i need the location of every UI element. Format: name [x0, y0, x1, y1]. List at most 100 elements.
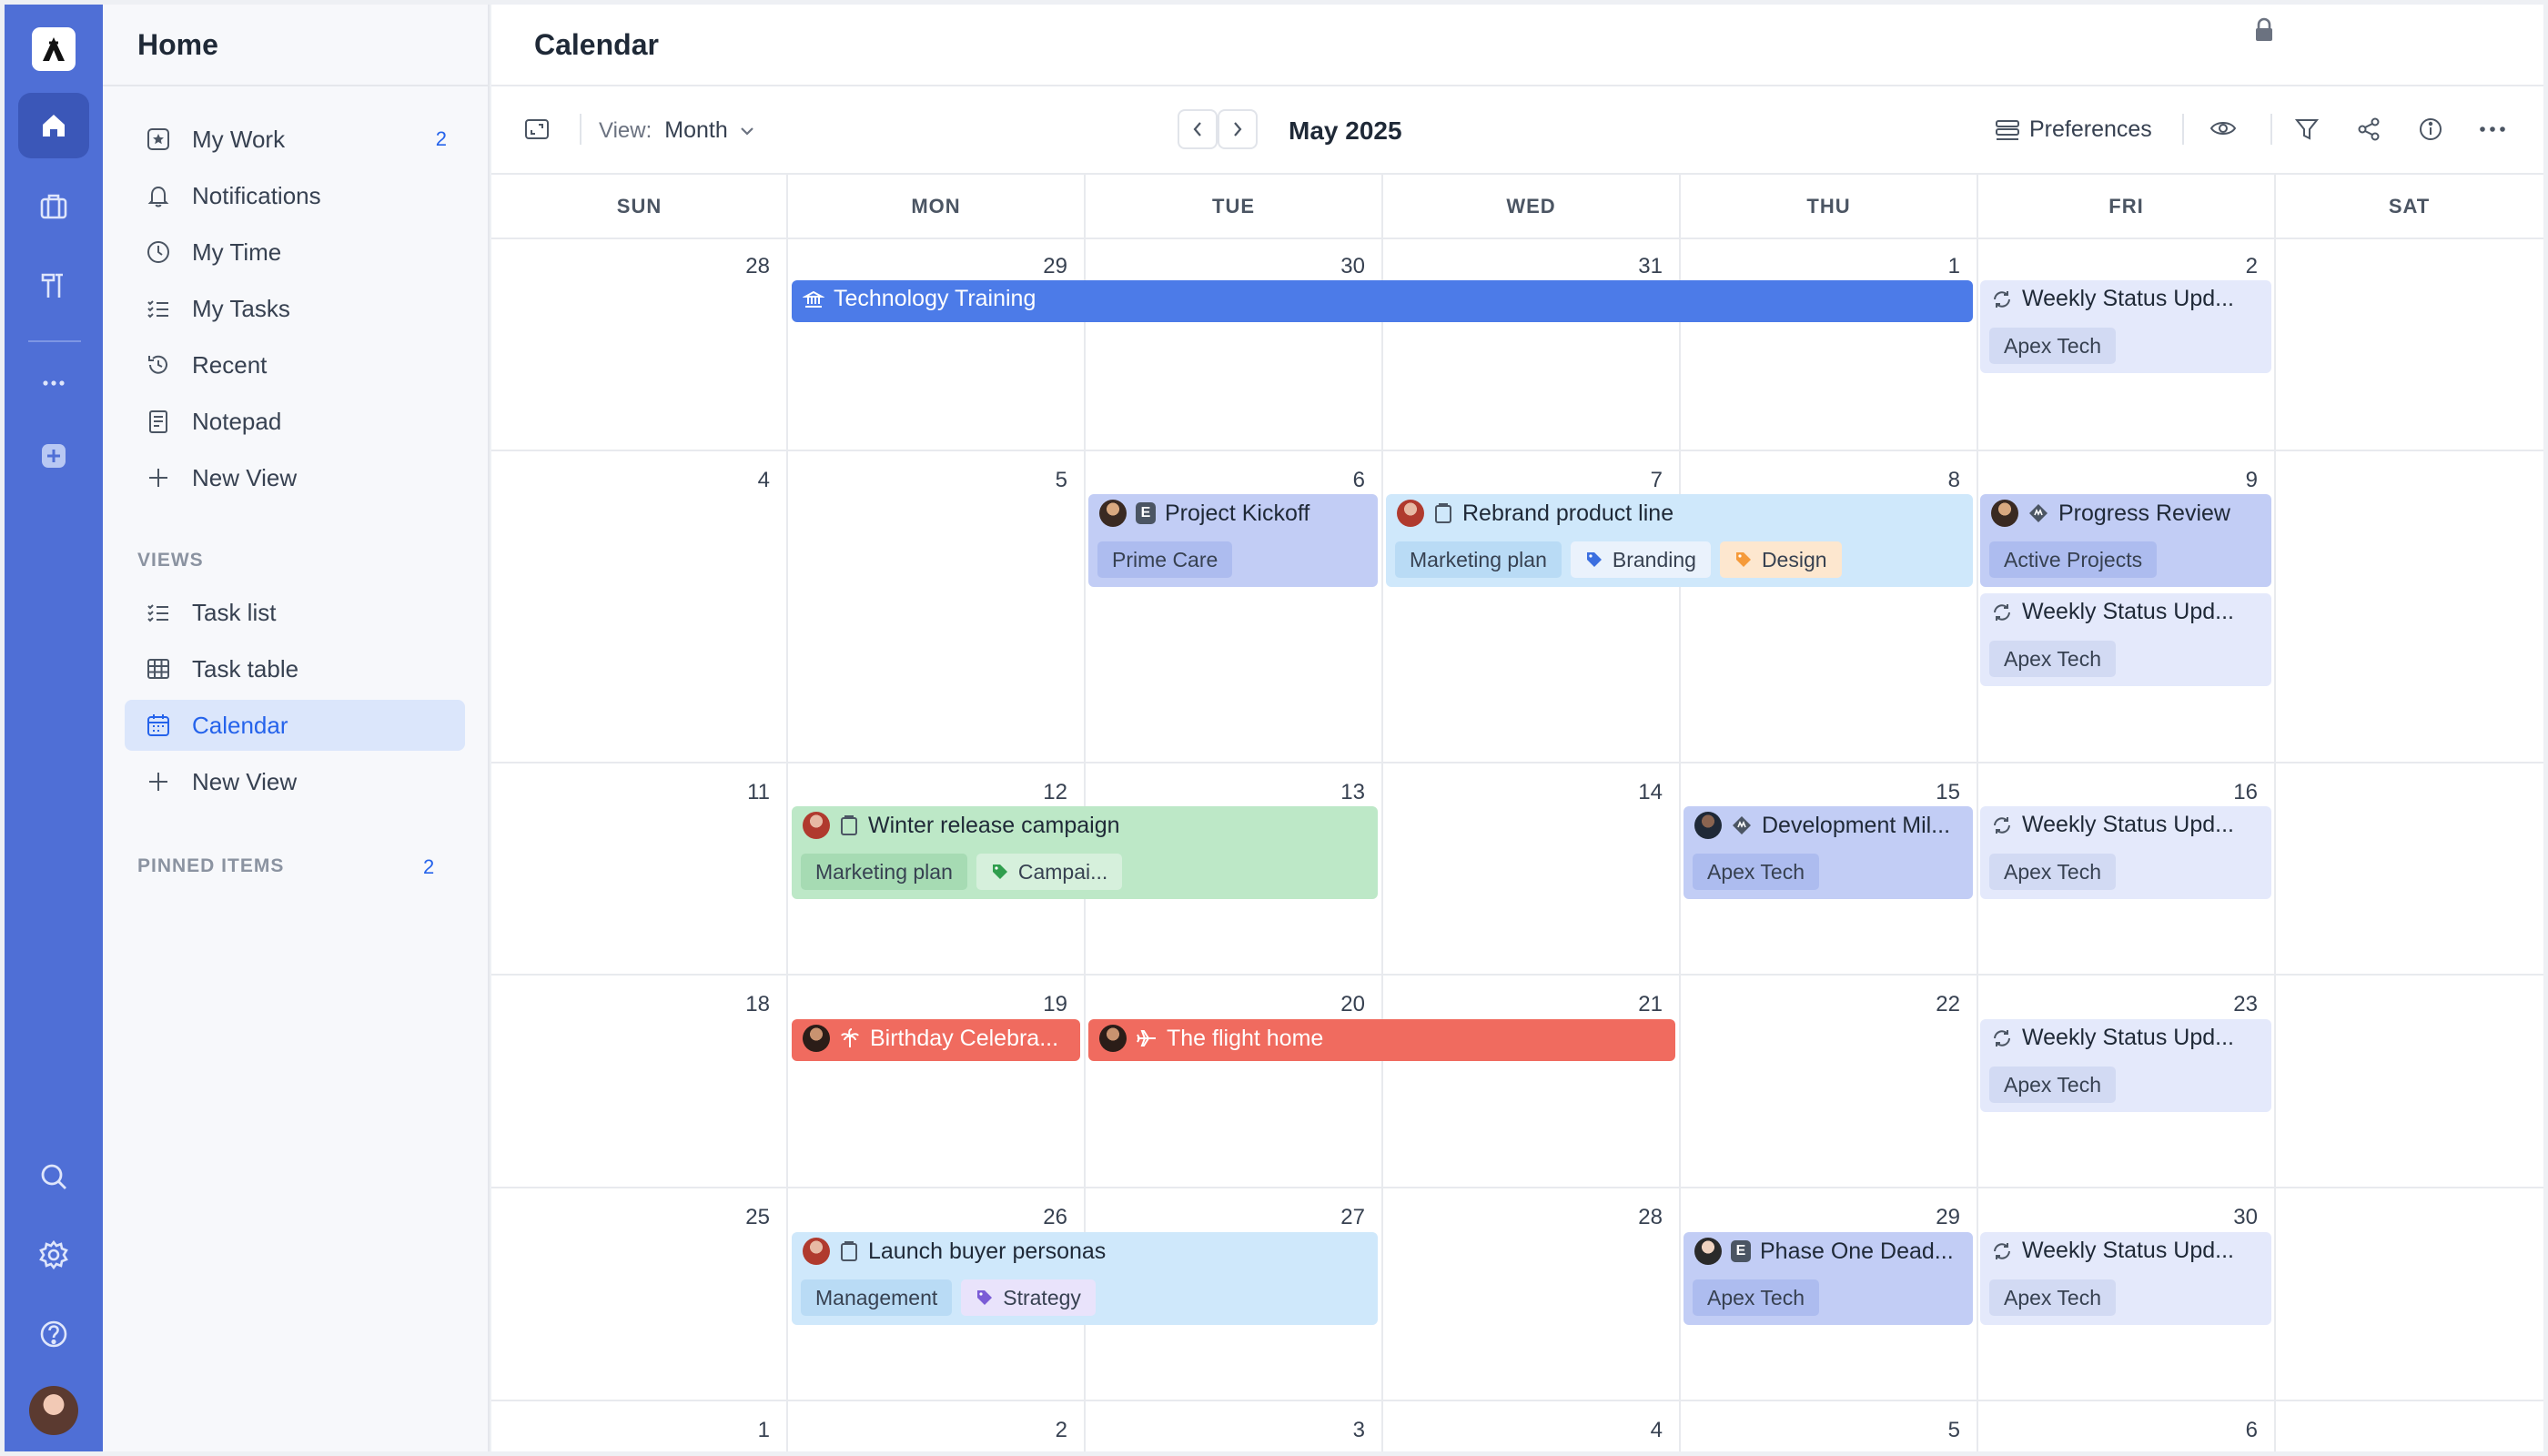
assignee-avatar — [1694, 812, 1722, 839]
day-number: 15 — [1936, 780, 1960, 804]
sidebar-item-my-time[interactable]: My Time — [125, 227, 465, 278]
event-phase-one-deadline[interactable]: E Phase One Dead... Apex Tech — [1684, 1232, 1973, 1325]
event-project-kickoff[interactable]: E Project Kickoff Prime Care — [1088, 494, 1378, 587]
prev-month-button[interactable] — [1178, 109, 1218, 149]
search-icon[interactable] — [18, 1144, 89, 1209]
sidebar-item-notepad[interactable]: Notepad — [125, 396, 465, 447]
day-number: 6 — [1352, 468, 1365, 492]
sidebar-item-my-tasks[interactable]: My Tasks — [125, 283, 465, 334]
day-number: 25 — [745, 1205, 770, 1229]
grid-line — [491, 1187, 2543, 1188]
event-progress-review[interactable]: Progress Review Active Projects — [1980, 494, 2271, 587]
preferences-label: Preferences — [2029, 116, 2152, 142]
logo-icon[interactable] — [32, 27, 76, 71]
briefcase-icon[interactable] — [18, 174, 89, 239]
bell-icon — [147, 186, 169, 207]
next-month-button[interactable] — [1218, 109, 1258, 149]
plus-icon — [149, 469, 167, 487]
project-tag: Apex Tech — [1989, 1067, 2116, 1103]
more-icon[interactable] — [18, 350, 89, 416]
toolbar-divider — [2182, 114, 2184, 145]
view-selector[interactable]: View: Month — [599, 117, 755, 144]
event-flight-home[interactable]: The flight home — [1088, 1019, 1675, 1061]
sidebar-item-label: My Tasks — [192, 294, 290, 322]
assignee-avatar — [803, 812, 830, 839]
event-rebrand-product-line[interactable]: Rebrand product line Marketing plan Bran… — [1386, 494, 1973, 587]
project-tag: Prime Care — [1097, 541, 1233, 578]
project-tag: Apex Tech — [1989, 328, 2116, 364]
sidebar-item-new-view[interactable]: New View — [125, 452, 465, 503]
gear-icon[interactable] — [18, 1222, 89, 1288]
page-title: Calendar — [534, 28, 659, 61]
grid-line — [1679, 175, 1681, 1451]
assignee-avatar — [803, 1025, 830, 1052]
day-number: 7 — [1650, 468, 1663, 492]
epic-badge: E — [1731, 1240, 1751, 1262]
sidebar-item-new-view-2[interactable]: New View — [125, 756, 465, 807]
sidebar-item-my-work[interactable]: My Work 2 — [125, 114, 465, 165]
sidebar-item-task-table[interactable]: Task table — [125, 643, 465, 694]
sidebar-item-notifications[interactable]: Notifications — [125, 170, 465, 221]
tag-icon — [977, 1290, 993, 1305]
event-weekly-status[interactable]: Weekly Status Upd... Apex Tech — [1980, 1019, 2271, 1112]
home-icon[interactable] — [18, 93, 89, 158]
project-tag: Marketing plan — [1395, 541, 1562, 578]
tools-icon[interactable] — [18, 253, 89, 318]
sidebar-item-calendar[interactable]: Calendar — [125, 700, 465, 751]
avatar[interactable] — [29, 1386, 78, 1435]
day-number: 20 — [1340, 992, 1365, 1016]
sidebar-item-label: Calendar — [192, 711, 288, 739]
sidebar-item-label: New View — [192, 767, 298, 795]
event-title: Project Kickoff — [1165, 500, 1310, 526]
calendar-panel: Calendar View: Month May 2025 Preference… — [491, 5, 2543, 1451]
add-icon[interactable] — [18, 423, 89, 489]
share-icon[interactable] — [2356, 116, 2381, 142]
day-number: 29 — [1043, 254, 1067, 278]
event-birthday-celebration[interactable]: Birthday Celebra... — [792, 1019, 1080, 1061]
event-weekly-status[interactable]: Weekly Status Upd... Apex Tech — [1980, 593, 2271, 686]
event-weekly-status[interactable]: Weekly Status Upd... Apex Tech — [1980, 806, 2271, 899]
sidebar-item-task-list[interactable]: Task list — [125, 587, 465, 638]
sidebar-item-label: Notepad — [192, 407, 282, 435]
assignee-avatar — [1099, 500, 1127, 527]
current-month: May 2025 — [1289, 116, 1402, 145]
event-development-milestone[interactable]: Development Mil... Apex Tech — [1684, 806, 1973, 899]
tag-label: Campai... — [1017, 859, 1108, 884]
event-winter-release-campaign[interactable]: Winter release campaign Marketing plan C… — [792, 806, 1378, 899]
expand-icon[interactable] — [524, 117, 550, 141]
toolbar-divider — [2270, 114, 2272, 145]
pinned-items-heading[interactable]: PINNED ITEMS — [137, 855, 284, 877]
info-icon[interactable] — [2418, 116, 2443, 142]
event-title: Weekly Status Upd... — [2022, 599, 2234, 624]
my-work-count: 2 — [435, 127, 447, 150]
day-number: 31 — [1638, 254, 1663, 278]
milestone-icon — [1731, 814, 1753, 836]
event-technology-training[interactable]: Technology Training — [792, 280, 1973, 322]
star-box-icon — [147, 128, 169, 150]
sidebar-item-recent[interactable]: Recent — [125, 339, 465, 390]
day-number: 2 — [2245, 254, 2258, 278]
airplane-icon — [1136, 1027, 1158, 1049]
calendar-icon — [147, 714, 169, 736]
filter-icon[interactable] — [2294, 116, 2320, 142]
sidebar: Home My Work 2 Notifications My Time My … — [103, 5, 490, 1451]
more-horizontal-icon[interactable] — [2477, 116, 2508, 142]
event-weekly-status[interactable]: Weekly Status Upd... Apex Tech — [1980, 280, 2271, 373]
event-launch-buyer-personas[interactable]: Launch buyer personas Management Strateg… — [792, 1232, 1378, 1325]
day-number: 3 — [1352, 1418, 1365, 1442]
event-weekly-status[interactable]: Weekly Status Upd... Apex Tech — [1980, 1232, 2271, 1325]
help-icon[interactable] — [18, 1301, 89, 1367]
sidebar-item-label: Recent — [192, 350, 268, 379]
sync-icon — [1991, 1240, 2013, 1262]
day-number: 5 — [1947, 1418, 1960, 1442]
sync-icon — [1991, 814, 2013, 836]
chevron-left-icon — [1193, 122, 1201, 136]
toolbar-divider — [580, 114, 581, 145]
weekday-header: WED — [1506, 195, 1556, 217]
lock-icon[interactable] — [2253, 17, 2275, 47]
eye-icon[interactable] — [2209, 118, 2237, 138]
day-number: 11 — [747, 780, 770, 804]
day-number: 1 — [1947, 254, 1960, 278]
preferences-button[interactable]: Preferences — [1995, 116, 2152, 143]
grid-line — [491, 450, 2543, 451]
